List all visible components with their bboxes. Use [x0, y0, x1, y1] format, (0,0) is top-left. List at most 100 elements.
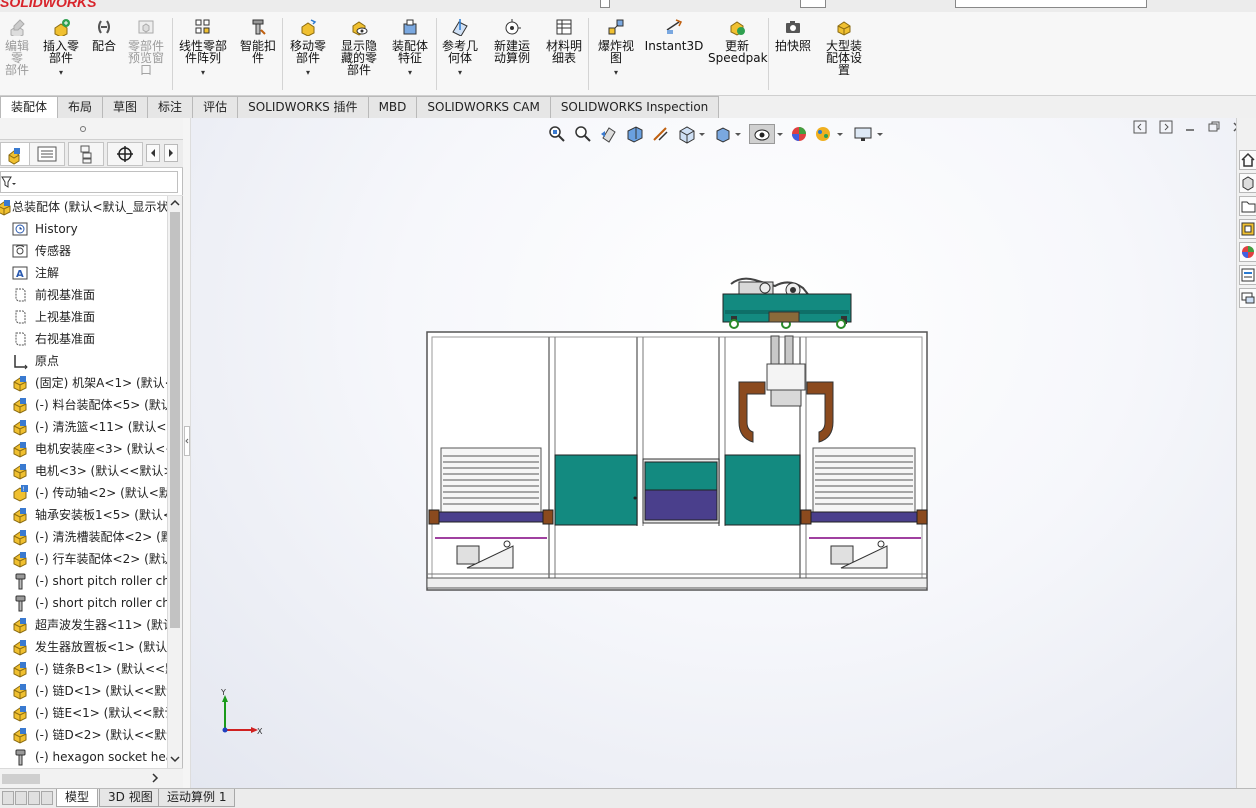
tree-item[interactable]: 传感器 [0, 240, 167, 262]
view-settings-icon[interactable] [853, 124, 873, 144]
tree-item[interactable]: 电机<3> (默认<<默认> [0, 460, 167, 482]
chevron-down-icon[interactable] [775, 124, 785, 144]
instant3d-button[interactable]: Instant3D [644, 16, 704, 94]
edit-component-button[interactable]: 编辑零 部件 [0, 16, 34, 94]
large-assembly-button[interactable]: 大型装 配体设 置 [820, 16, 868, 94]
tree-item[interactable]: (-) short pitch roller ch [0, 570, 167, 592]
restore-icon[interactable] [1207, 120, 1221, 134]
previous-view-icon[interactable] [599, 124, 619, 144]
tree-item[interactable]: (-) short pitch roller ch [0, 592, 167, 614]
tree-horizontal-scrollbar[interactable] [0, 768, 183, 788]
first-tab-button[interactable] [2, 791, 14, 805]
minimize-icon[interactable] [1183, 120, 1197, 134]
tree-item[interactable]: (-) 链E<1> (默认<<默认 [0, 702, 167, 724]
tab-5[interactable]: SOLIDWORKS 插件 [237, 96, 369, 118]
tab-1[interactable]: 布局 [57, 96, 104, 118]
tree-item[interactable]: A 注解 [0, 262, 167, 284]
tab-8[interactable]: SOLIDWORKS Inspection [549, 96, 720, 118]
new-motion-study-button[interactable]: 新建运 动算例 [490, 16, 534, 94]
tab-6[interactable]: MBD [367, 96, 418, 118]
dimxpert-tab[interactable] [107, 142, 143, 166]
next-tab-button[interactable] [28, 791, 40, 805]
resources-tab[interactable] [1239, 173, 1256, 193]
mate-button[interactable]: 配合 [88, 16, 120, 94]
quick-access-dropdown[interactable] [800, 0, 826, 8]
chevron-down-icon[interactable] [835, 124, 845, 144]
design-library-tab[interactable] [1239, 196, 1256, 216]
linear-pattern-button[interactable]: 线性零部 件阵列 ▾ [172, 16, 234, 94]
tab-model[interactable]: 模型 [56, 789, 99, 807]
apply-scene-icon[interactable] [813, 124, 833, 144]
hide-show-items-icon[interactable] [749, 124, 775, 144]
bom-button[interactable]: 材料明 细表 [542, 16, 586, 94]
collapse-dot-icon[interactable] [80, 126, 86, 132]
chevron-down-icon[interactable]: ▾ [386, 67, 434, 79]
custom-properties-tab[interactable] [1239, 265, 1256, 285]
section-view-icon[interactable] [625, 124, 645, 144]
tree-item[interactable]: 原点 [0, 350, 167, 372]
tree-item[interactable]: 轴承安装板1<5> (默认< [0, 504, 167, 526]
tree-item[interactable]: (-) 行车装配体<2> (默认 [0, 548, 167, 570]
tab-7[interactable]: SOLIDWORKS CAM [416, 96, 551, 118]
tree-item[interactable]: History [0, 218, 167, 240]
tab-scroll-left-button[interactable] [146, 144, 160, 162]
tree-item[interactable]: 前视基准面 [0, 284, 167, 306]
smart-fasteners-button[interactable]: 智能扣 件 [236, 16, 280, 94]
chevron-down-icon[interactable] [170, 754, 180, 764]
tab-scroll-right-button[interactable] [164, 144, 178, 162]
wash-tanks[interactable] [554, 454, 801, 526]
previous-tab-button[interactable] [15, 791, 27, 805]
search-input[interactable] [955, 0, 1147, 8]
configuration-manager-tab[interactable] [68, 142, 104, 166]
chevron-down-icon[interactable]: ▾ [38, 67, 84, 79]
tree-item[interactable]: (-) 链条B<1> (默认<<默 [0, 658, 167, 680]
dynamic-annotation-icon[interactable] [651, 124, 671, 144]
last-tab-button[interactable] [41, 791, 53, 805]
show-hidden-button[interactable]: 显示隐 藏的零 部件 [338, 16, 380, 94]
property-manager-tab[interactable] [29, 142, 65, 166]
tree-root-assembly[interactable]: 总装配体 (默认<默认_显示状 [0, 196, 167, 218]
display-style-icon[interactable] [713, 124, 733, 144]
tab-0[interactable]: 装配体 [0, 96, 59, 118]
tree-item[interactable]: ! (-) 传动轴<2> (默认<默 [0, 482, 167, 504]
tab-3[interactable]: 标注 [147, 96, 194, 118]
component-preview-button[interactable]: 零部件 预览窗 口 [122, 16, 170, 94]
zoom-to-fit-icon[interactable] [547, 124, 567, 144]
reference-geometry-button[interactable]: 参考几 何体 ▾ [436, 16, 484, 94]
overhead-trolley[interactable] [722, 277, 852, 329]
tree-item[interactable]: (-) 料台装配体<5> (默认< [0, 394, 167, 416]
tree-horizontal-scroll-thumb[interactable] [2, 774, 40, 784]
cad-model-front-view[interactable] [421, 276, 941, 596]
tree-item[interactable]: 电机安装座<3> (默认<< [0, 438, 167, 460]
snapshot-button[interactable]: 拍快照 [772, 16, 814, 94]
quick-access-button[interactable] [600, 0, 610, 8]
chevron-down-icon[interactable] [697, 124, 707, 144]
tree-item[interactable]: (-) 链D<2> (默认<<默认 [0, 724, 167, 746]
panel-splitter[interactable] [183, 118, 191, 788]
tab-2[interactable]: 草图 [102, 96, 149, 118]
tab-4[interactable]: 评估 [192, 96, 239, 118]
update-speedpak-button[interactable]: 更新 Speedpak [708, 16, 768, 94]
chevron-down-icon[interactable] [875, 124, 885, 144]
chevron-down-icon[interactable] [733, 124, 743, 144]
zoom-to-area-icon[interactable] [573, 124, 593, 144]
tree-item[interactable]: 右视基准面 [0, 328, 167, 350]
home-tab[interactable] [1239, 150, 1256, 170]
tree-item[interactable]: 上视基准面 [0, 306, 167, 328]
assembly-features-button[interactable]: 装配体 特征 ▾ [386, 16, 434, 94]
tree-item[interactable]: (-) 清洗槽装配体<2> (默 [0, 526, 167, 548]
exploded-view-button[interactable]: 爆炸视 图 ▾ [594, 16, 638, 94]
tree-item[interactable]: (-) 清洗篮<11> (默认<< [0, 416, 167, 438]
graphics-viewport[interactable]: Y X [191, 118, 1236, 788]
chevron-down-icon[interactable]: ▾ [282, 67, 334, 79]
tile-right-icon[interactable] [1159, 120, 1173, 134]
view-orientation-icon[interactable] [677, 124, 697, 144]
tree-item[interactable]: 超声波发生器<11> (默认 [0, 614, 167, 636]
appearances-tab[interactable] [1239, 242, 1256, 262]
tree-item[interactable]: (-) hexagon socket hea [0, 746, 167, 768]
tree-vertical-scrollbar[interactable] [167, 196, 182, 768]
file-explorer-tab[interactable] [1239, 219, 1256, 239]
chevron-down-icon[interactable]: ▾ [436, 67, 484, 79]
tab-3d-views[interactable]: 3D 视图 [99, 789, 162, 807]
tile-left-icon[interactable] [1133, 120, 1147, 134]
